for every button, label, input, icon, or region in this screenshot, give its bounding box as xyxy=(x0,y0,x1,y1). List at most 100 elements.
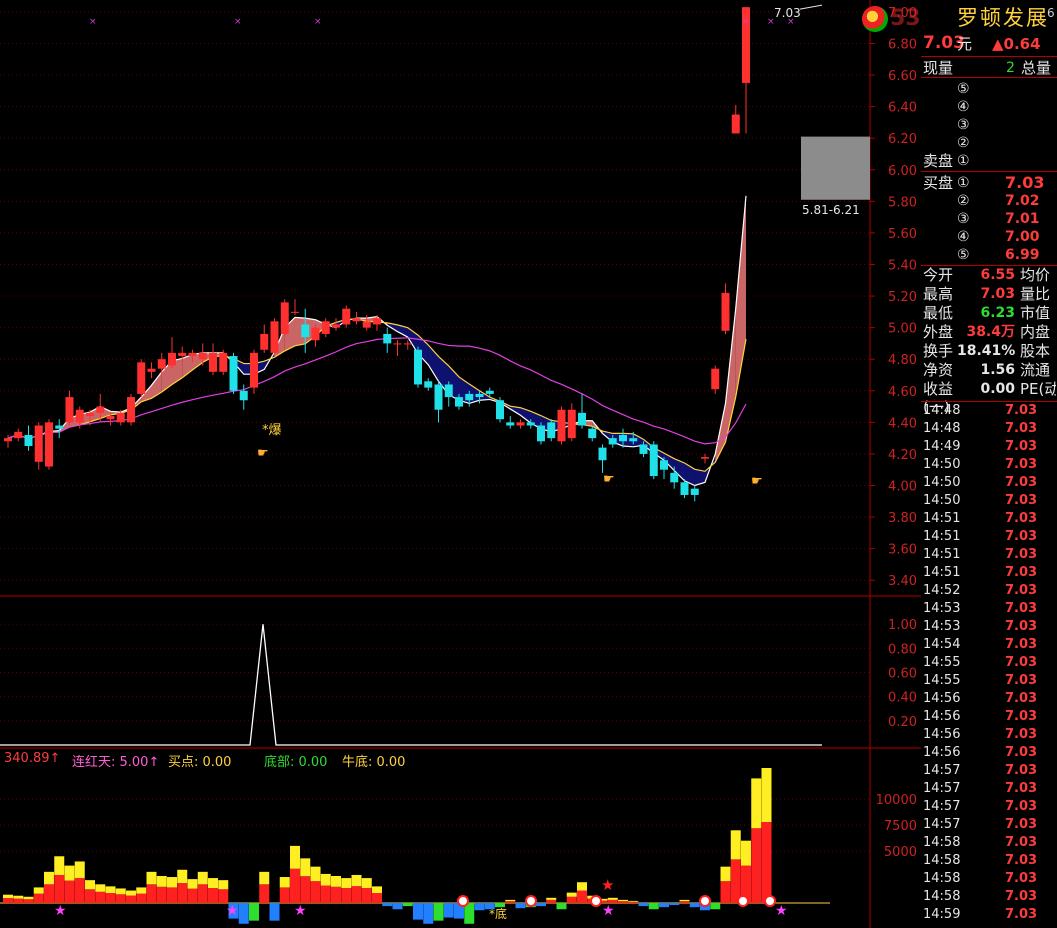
sell-level: ① xyxy=(957,153,970,169)
tick-time: 14:57 xyxy=(923,781,961,796)
volume-bar xyxy=(310,881,321,903)
candle-body xyxy=(619,434,627,442)
stat-value: 0.00 xyxy=(980,381,1015,397)
volume-bar xyxy=(546,897,557,900)
candle-body xyxy=(198,352,207,360)
candle-body xyxy=(147,368,156,372)
candle-body xyxy=(516,422,525,426)
candle-body xyxy=(424,381,433,388)
volume-bar xyxy=(566,896,577,903)
candle-body xyxy=(127,397,135,423)
stat-value: 6.55 xyxy=(980,267,1015,283)
tick-time: 14:50 xyxy=(923,475,961,490)
tick-time: 14:58 xyxy=(923,853,961,868)
candle-body xyxy=(332,324,340,328)
stat-label-2: 流通 xyxy=(1020,361,1051,379)
candle-body xyxy=(393,343,402,345)
volume-bar-negative xyxy=(269,903,280,921)
sell-level: ③ xyxy=(957,117,970,133)
y-tick-label: 3.80 xyxy=(888,511,917,526)
volume-bar xyxy=(95,884,106,892)
stat-value: 38.4万 xyxy=(966,324,1015,340)
candle-body xyxy=(168,352,176,366)
buy-level: ③ xyxy=(957,211,970,227)
candle-body xyxy=(116,412,125,423)
candle-body xyxy=(34,425,43,462)
candle-body xyxy=(711,368,720,390)
volume-bar xyxy=(279,887,290,903)
volume-bar xyxy=(105,886,116,894)
chart-area[interactable]: 7.006.806.606.406.206.005.805.605.405.20… xyxy=(0,0,921,928)
candle-body xyxy=(157,359,166,369)
volume-bar xyxy=(310,866,321,882)
sell-level: ② xyxy=(957,135,970,151)
volume-bar xyxy=(23,896,34,900)
volume-bar-negative xyxy=(556,903,567,910)
candle-body xyxy=(291,311,299,313)
candle-body xyxy=(24,434,33,447)
stat-label-2: 内盘 xyxy=(1020,323,1051,341)
volume-bar xyxy=(331,886,341,903)
buy-level: ② xyxy=(957,193,970,209)
volume-bar xyxy=(115,894,126,903)
hand-icon: ☛ xyxy=(257,446,269,461)
tick-price: 7.03 xyxy=(1005,889,1038,904)
volume-bar xyxy=(761,768,772,822)
volume-bar-negative xyxy=(669,903,680,906)
candle-body xyxy=(106,416,115,420)
buy-point-icon xyxy=(525,895,537,907)
volume-bar xyxy=(126,890,136,896)
volume-bar xyxy=(761,822,772,903)
volume-bar xyxy=(167,887,177,903)
volume-bar xyxy=(577,890,587,903)
watermark: 53 xyxy=(890,6,921,31)
y-tick-label: 5.60 xyxy=(888,227,917,242)
ma-mid-line xyxy=(7,318,747,472)
tick-time: 14:58 xyxy=(923,889,961,904)
cross-marker: × xyxy=(742,17,750,27)
volume-bar xyxy=(208,878,218,889)
y-tick-label: 6.00 xyxy=(888,164,917,179)
volume-bar xyxy=(177,883,188,903)
volume-bar xyxy=(618,899,628,902)
buy-price: 7.00 xyxy=(1005,229,1040,245)
volume-bar xyxy=(85,880,95,890)
volume-bar-negative xyxy=(638,903,649,907)
stat-label-2: 均价 xyxy=(1020,266,1051,284)
buy-price: 7.01 xyxy=(1005,211,1040,227)
high-price-arrow xyxy=(799,4,823,10)
tick-price: 7.03 xyxy=(1005,655,1038,670)
cross-marker: × xyxy=(89,17,97,27)
candle-body xyxy=(701,457,709,459)
volume-bar xyxy=(320,873,331,886)
volume-bar xyxy=(54,874,65,903)
volume-bar xyxy=(720,881,731,903)
cross-marker: × xyxy=(767,17,775,27)
volume-bar-negative xyxy=(443,903,454,918)
volume-bar xyxy=(3,898,13,903)
volume-bar xyxy=(33,887,44,894)
stat-label-2: 市值 xyxy=(1020,304,1051,322)
cross-marker: × xyxy=(314,17,322,27)
tick-price: 7.03 xyxy=(1005,421,1038,436)
volume-bar xyxy=(300,858,311,877)
candle-body xyxy=(547,422,556,439)
candle-body xyxy=(373,318,381,325)
oscillator-line xyxy=(0,624,822,746)
tick-time: 14:51 xyxy=(923,529,961,544)
candle-body xyxy=(75,409,84,423)
candle-body xyxy=(178,352,187,357)
tick-price: 7.03 xyxy=(1005,511,1038,526)
volume-bar xyxy=(628,901,639,903)
tick-time: 14:51 xyxy=(923,565,961,580)
volume-bar xyxy=(167,877,177,888)
volume-bar-negative xyxy=(413,903,423,920)
volume-bar xyxy=(85,889,95,903)
tick-price: 7.03 xyxy=(1005,835,1038,850)
volume-bar xyxy=(156,876,167,887)
volume-bar xyxy=(320,885,331,903)
volume-bar xyxy=(126,895,136,903)
indicator-legend-item: 买点: 0.00 xyxy=(168,755,232,770)
buy-price: 6.99 xyxy=(1005,247,1040,263)
candle-body xyxy=(311,327,320,341)
